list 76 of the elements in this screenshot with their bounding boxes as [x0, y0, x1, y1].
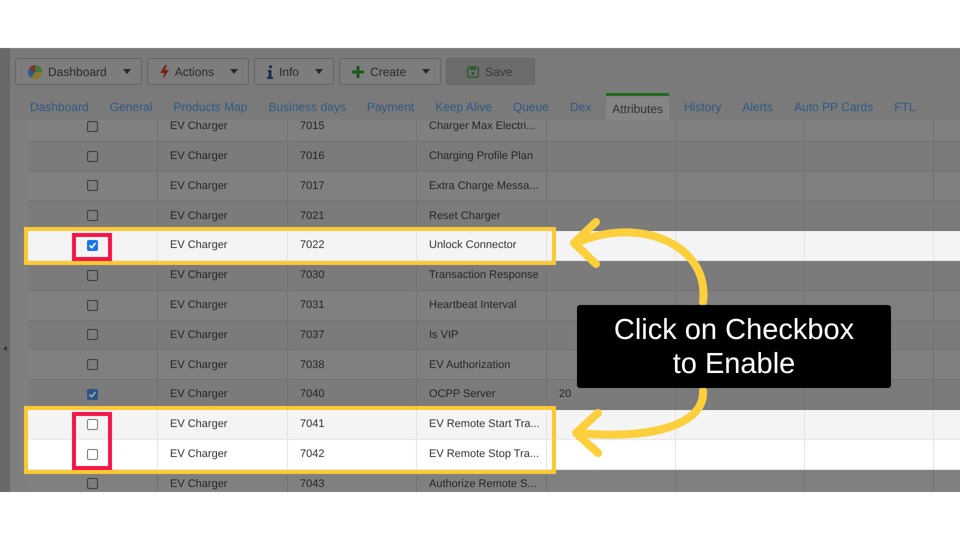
table-row[interactable]: EV Charger 7022 Unlock Connector [28, 231, 960, 261]
table-cell-text: 7042 [300, 446, 324, 462]
caret-icon [122, 69, 131, 74]
table-cell-text: Authorize Remote S... [429, 476, 537, 492]
table-row[interactable]: EV Charger 7017 Extra Charge Messa... [28, 172, 960, 202]
checkbox[interactable] [87, 478, 98, 490]
table-cell-text: 7016 [300, 148, 324, 164]
toolbar-dropdown-button[interactable]: Create [339, 58, 442, 85]
caret-icon [422, 69, 430, 74]
table-cell-text: EV Charger [170, 476, 228, 492]
caret-icon [230, 69, 238, 74]
table-row[interactable]: EV Charger 7015 Charger Max Electri... [28, 120, 960, 142]
table-cell-text: 7043 [300, 476, 324, 492]
checkbox[interactable] [87, 418, 98, 430]
table-cell-text: 7015 [300, 120, 324, 134]
table-cell-text: 7022 [300, 238, 324, 254]
table-cell-text: EV Charger [170, 178, 228, 194]
checkbox[interactable] [87, 240, 98, 252]
pie-chart-icon [28, 64, 42, 78]
lightning-icon [160, 64, 169, 78]
tab[interactable]: Attributes [606, 93, 669, 120]
checkbox[interactable] [87, 389, 98, 400]
table-cell-text: OCPP Server [429, 387, 496, 402]
table-row[interactable]: EV Charger 7042 EV Remote Stop Tra... [28, 440, 960, 470]
table-cell-text: Reset Charger [429, 208, 501, 224]
table-cell-text: Charger Max Electri... [429, 120, 536, 134]
table-row[interactable]: EV Charger 7016 Charging Profile Plan [28, 142, 960, 172]
checkbox[interactable] [87, 120, 98, 132]
table-cell-text: Is VIP [429, 328, 458, 343]
table-cell-text: Extra Charge Messa... [429, 178, 538, 194]
toolbar-dropdown-button[interactable]: Dashboard [15, 58, 142, 85]
table-cell-text: 7041 [300, 417, 324, 432]
table-cell-text: Charging Profile Plan [429, 148, 533, 164]
table-cell-text: EV Charger [170, 417, 228, 432]
table-cell-text: EV Remote Start Tra... [429, 417, 540, 432]
checkbox[interactable] [87, 270, 98, 281]
table-cell-text: Heartbeat Interval [429, 298, 516, 313]
checkbox[interactable] [87, 150, 98, 162]
caret-icon [315, 69, 324, 74]
table-cell-text: EV Charger [170, 148, 228, 164]
table-cell-text: EV Charger [170, 358, 228, 373]
checkbox[interactable] [87, 180, 98, 192]
checkbox[interactable] [87, 329, 98, 340]
table-cell-text: EV Charger [170, 298, 228, 313]
table-cell-text: 7017 [300, 178, 324, 194]
table-cell-text: 7030 [300, 268, 324, 284]
table-cell-text: EV Charger [170, 238, 228, 254]
checkbox[interactable] [87, 448, 98, 460]
table-cell-text: Unlock Connector [429, 238, 516, 254]
table-cell-text: Transaction Response [429, 268, 539, 284]
collapse-arrow-icon[interactable] [3, 346, 7, 350]
toolbar-dropdown-button[interactable]: Actions [146, 58, 250, 85]
table-cell-text: EV Authorization [429, 358, 510, 373]
table-cell-text: 20 [559, 387, 572, 402]
table-cell-text: EV Charger [170, 268, 228, 284]
checkbox[interactable] [87, 210, 98, 222]
plus-icon [352, 66, 364, 78]
table-cell-text: 7037 [300, 328, 324, 343]
checkbox[interactable] [87, 300, 98, 311]
toolbar-dropdown-button[interactable]: Info [254, 58, 334, 85]
checkbox[interactable] [87, 359, 98, 370]
table-cell-text: EV Charger [170, 120, 228, 134]
table-cell-text: EV Charger [170, 387, 228, 402]
table-cell-text: 7040 [300, 387, 324, 402]
table-cell-text: EV Charger [170, 446, 228, 462]
table-cell-text: EV Charger [170, 328, 228, 343]
table-cell-text: EV Charger [170, 208, 228, 224]
table-cell-text: 7021 [300, 208, 324, 224]
info-icon [267, 64, 274, 78]
checkbox-highlight-frame [72, 412, 112, 470]
table-cell-text: 7031 [300, 298, 324, 313]
table-row[interactable]: EV Charger 7021 Reset Charger [28, 201, 960, 232]
table-cell-text: EV Remote Stop Tra... [429, 446, 540, 462]
table-cell-text: 7038 [300, 358, 324, 373]
checkbox-highlight-frame [72, 233, 112, 261]
table-row[interactable]: EV Charger 7041 EV Remote Start Tra... [28, 410, 960, 440]
